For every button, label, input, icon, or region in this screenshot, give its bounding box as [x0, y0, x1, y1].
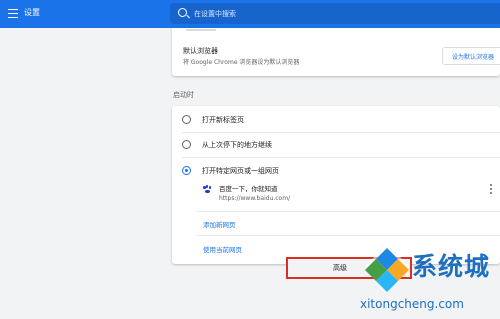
startup-option-specific-pages[interactable]: 打开特定网页或一组网页: [172, 160, 500, 183]
clipped-row-edge: [186, 29, 216, 31]
divider: [196, 211, 500, 212]
search-input[interactable]: [194, 7, 484, 20]
startup-page-title: 百度一下，你就知道: [219, 185, 278, 193]
make-default-button[interactable]: 设为默认浏览器: [442, 47, 500, 65]
startup-page-url: https://www.baidu.com/: [219, 195, 291, 202]
watermark-name: 系统城: [412, 252, 491, 281]
default-browser-card: 默认浏览器 将 Google Chrome 浏览器设为默认浏览器 设为默认浏览器: [172, 28, 500, 76]
hamburger-menu-icon[interactable]: [8, 9, 18, 19]
watermark: 系统城 xitongcheng.com: [360, 240, 500, 319]
radio-checked-icon[interactable]: [182, 166, 191, 175]
search-icon: [178, 8, 187, 17]
page-title: 设置: [24, 8, 40, 17]
watermark-logo-icon: [364, 244, 410, 292]
startup-option-label: 从上次停下的地方继续: [202, 141, 272, 149]
radio-unchecked-icon[interactable]: [182, 115, 191, 124]
default-browser-subtitle: 将 Google Chrome 浏览器设为默认浏览器: [183, 59, 300, 66]
divider: [182, 157, 500, 158]
search-box[interactable]: [170, 3, 500, 24]
divider: [196, 235, 500, 236]
startup-section-title: 启动时: [173, 91, 194, 99]
settings-header: 设置: [0, 0, 500, 28]
startup-option-new-tab[interactable]: 打开新标签页: [172, 109, 500, 132]
watermark-url: xitongcheng.com: [360, 297, 464, 311]
baidu-paw-icon: [203, 185, 212, 193]
startup-option-label: 打开特定网页或一组网页: [202, 167, 279, 175]
radio-unchecked-icon[interactable]: [182, 140, 191, 149]
more-actions-icon[interactable]: [490, 184, 493, 196]
default-browser-title: 默认浏览器: [183, 47, 218, 55]
add-new-page-link[interactable]: 添加新网页: [203, 219, 236, 229]
startup-option-label: 打开新标签页: [202, 116, 244, 124]
startup-option-continue[interactable]: 从上次停下的地方继续: [172, 134, 500, 157]
divider: [182, 132, 500, 133]
use-current-pages-link[interactable]: 使用当前网页: [203, 244, 242, 254]
